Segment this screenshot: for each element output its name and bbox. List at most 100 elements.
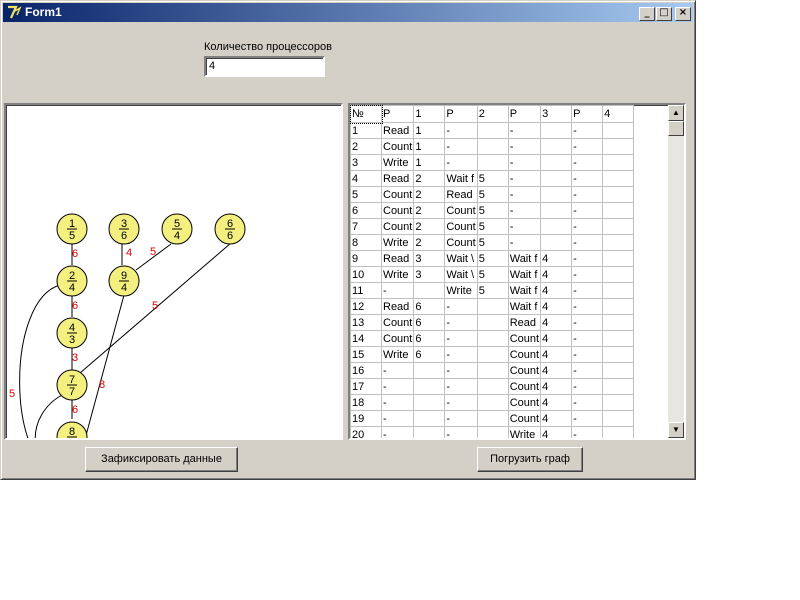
table-cell[interactable]: - xyxy=(380,394,415,411)
table-cell[interactable]: Count xyxy=(380,202,415,219)
table-cell[interactable] xyxy=(540,122,573,139)
graph-node-8[interactable]: 87 xyxy=(56,421,88,440)
table-cell[interactable]: - xyxy=(571,250,604,267)
table-row[interactable]: 11- Write 5 Wait f4- xyxy=(350,282,635,299)
table-cell[interactable]: Write xyxy=(444,282,478,299)
table-row[interactable]: 8 Write 2 Count 5- - xyxy=(350,234,635,251)
table-row[interactable]: 13 Count 6- Read 4- xyxy=(350,314,635,331)
table-row[interactable]: 5 Count 2 Read 5- - xyxy=(350,186,635,203)
table-row[interactable]: 19- - Count 4- xyxy=(350,410,635,427)
table-cell[interactable]: - xyxy=(444,378,478,395)
table-cell[interactable] xyxy=(476,426,509,438)
table-cell[interactable] xyxy=(413,362,446,379)
scrollbar-thumb[interactable] xyxy=(668,121,684,136)
table-cell[interactable]: Count xyxy=(444,218,478,235)
table-cell[interactable]: 6 xyxy=(413,330,446,347)
table-cell[interactable]: 11 xyxy=(350,282,382,299)
table-cell[interactable]: 13 xyxy=(350,314,382,331)
table-cell[interactable]: Count xyxy=(507,362,542,379)
table-cell[interactable]: 5 xyxy=(476,234,509,251)
table-cell[interactable]: 4 xyxy=(540,298,573,315)
table-cell[interactable]: 4 xyxy=(540,362,573,379)
table-cell[interactable]: 4 xyxy=(540,282,573,299)
table-cell[interactable] xyxy=(602,426,635,438)
table-row[interactable]: 9 Read 3 Wait \ 5 Wait f4- xyxy=(350,250,635,267)
table-cell[interactable] xyxy=(602,250,635,267)
table-cell[interactable]: - xyxy=(380,378,415,395)
scroll-down-arrow-icon[interactable]: ▼ xyxy=(668,422,684,438)
table-cell[interactable]: 3 xyxy=(413,266,446,283)
table-cell[interactable] xyxy=(602,154,635,171)
table-cell[interactable]: - xyxy=(571,202,604,219)
table-cell[interactable]: - xyxy=(571,138,604,155)
table-cell[interactable] xyxy=(413,378,446,395)
table-cell[interactable]: 10 xyxy=(350,266,382,283)
table-cell[interactable]: Count xyxy=(507,330,542,347)
table-cell[interactable]: - xyxy=(571,186,604,203)
table-cell[interactable]: Wait f xyxy=(507,298,542,315)
table-cell[interactable] xyxy=(476,394,509,411)
graph-node-2[interactable]: 24 xyxy=(56,265,88,297)
table-cell[interactable] xyxy=(602,298,635,315)
table-row[interactable]: 10 Write 3 Wait \ 5 Wait f4- xyxy=(350,266,635,283)
table-cell[interactable]: 4 xyxy=(540,410,573,427)
column-header[interactable]: 4 xyxy=(602,105,635,123)
table-cell[interactable]: 1 xyxy=(350,122,382,139)
table-cell[interactable]: Count xyxy=(507,378,542,395)
table-cell[interactable]: Read xyxy=(380,298,415,315)
table-cell[interactable]: 14 xyxy=(350,330,382,347)
table-cell[interactable]: - xyxy=(444,298,478,315)
table-cell[interactable]: - xyxy=(571,298,604,315)
table-cell[interactable]: 4 xyxy=(540,426,573,438)
table-cell[interactable] xyxy=(413,282,446,299)
table-cell[interactable]: - xyxy=(507,186,542,203)
table-cell[interactable]: 16 xyxy=(350,362,382,379)
table-cell[interactable] xyxy=(540,154,573,171)
table-cell[interactable]: 2 xyxy=(413,170,446,187)
table-cell[interactable]: 19 xyxy=(350,410,382,427)
table-cell[interactable]: - xyxy=(571,282,604,299)
title-bar[interactable]: Form1 _ □ × xyxy=(3,3,693,22)
table-cell[interactable] xyxy=(602,122,635,139)
column-header[interactable]: 3 xyxy=(540,105,573,123)
table-row[interactable]: 15 Write 6- Count 4- xyxy=(350,346,635,363)
table-cell[interactable]: Count xyxy=(444,234,478,251)
table-cell[interactable] xyxy=(602,202,635,219)
table-cell[interactable] xyxy=(602,234,635,251)
table-row[interactable]: 17- - Count 4- xyxy=(350,378,635,395)
column-header[interactable]: P xyxy=(380,105,415,123)
table-cell[interactable]: 5 xyxy=(476,282,509,299)
table-cell[interactable]: 4 xyxy=(540,394,573,411)
table-cell[interactable]: - xyxy=(507,170,542,187)
table-cell[interactable] xyxy=(602,378,635,395)
table-cell[interactable]: - xyxy=(507,234,542,251)
table-cell[interactable]: 5 xyxy=(476,202,509,219)
table-cell[interactable]: - xyxy=(380,282,415,299)
table-cell[interactable]: 5 xyxy=(476,266,509,283)
table-cell[interactable]: Count xyxy=(380,138,415,155)
table-cell[interactable]: Count xyxy=(380,330,415,347)
table-cell[interactable]: 5 xyxy=(476,218,509,235)
table-row[interactable]: 1 Read 1- - - xyxy=(350,122,635,139)
table-cell[interactable]: Count xyxy=(507,394,542,411)
table-row[interactable]: 18- - Count 4- xyxy=(350,394,635,411)
table-cell[interactable]: Wait \ xyxy=(444,266,478,283)
table-cell[interactable] xyxy=(476,362,509,379)
table-cell[interactable]: 7 xyxy=(350,218,382,235)
table-cell[interactable]: - xyxy=(571,266,604,283)
table-cell[interactable]: 6 xyxy=(350,202,382,219)
table-cell[interactable]: - xyxy=(571,362,604,379)
table-cell[interactable]: 4 xyxy=(540,250,573,267)
table-cell[interactable]: 6 xyxy=(413,314,446,331)
table-cell[interactable]: - xyxy=(444,362,478,379)
table-cell[interactable] xyxy=(602,282,635,299)
table-cell[interactable] xyxy=(540,218,573,235)
table-cell[interactable] xyxy=(476,138,509,155)
table-cell[interactable] xyxy=(602,218,635,235)
table-cell[interactable]: Write xyxy=(380,154,415,171)
table-cell[interactable] xyxy=(413,410,446,427)
graph-node-5[interactable]: 54 xyxy=(161,213,193,245)
table-cell[interactable]: 5 xyxy=(350,186,382,203)
table-cell[interactable] xyxy=(602,362,635,379)
table-row[interactable]: 7 Count 2 Count 5- - xyxy=(350,218,635,235)
